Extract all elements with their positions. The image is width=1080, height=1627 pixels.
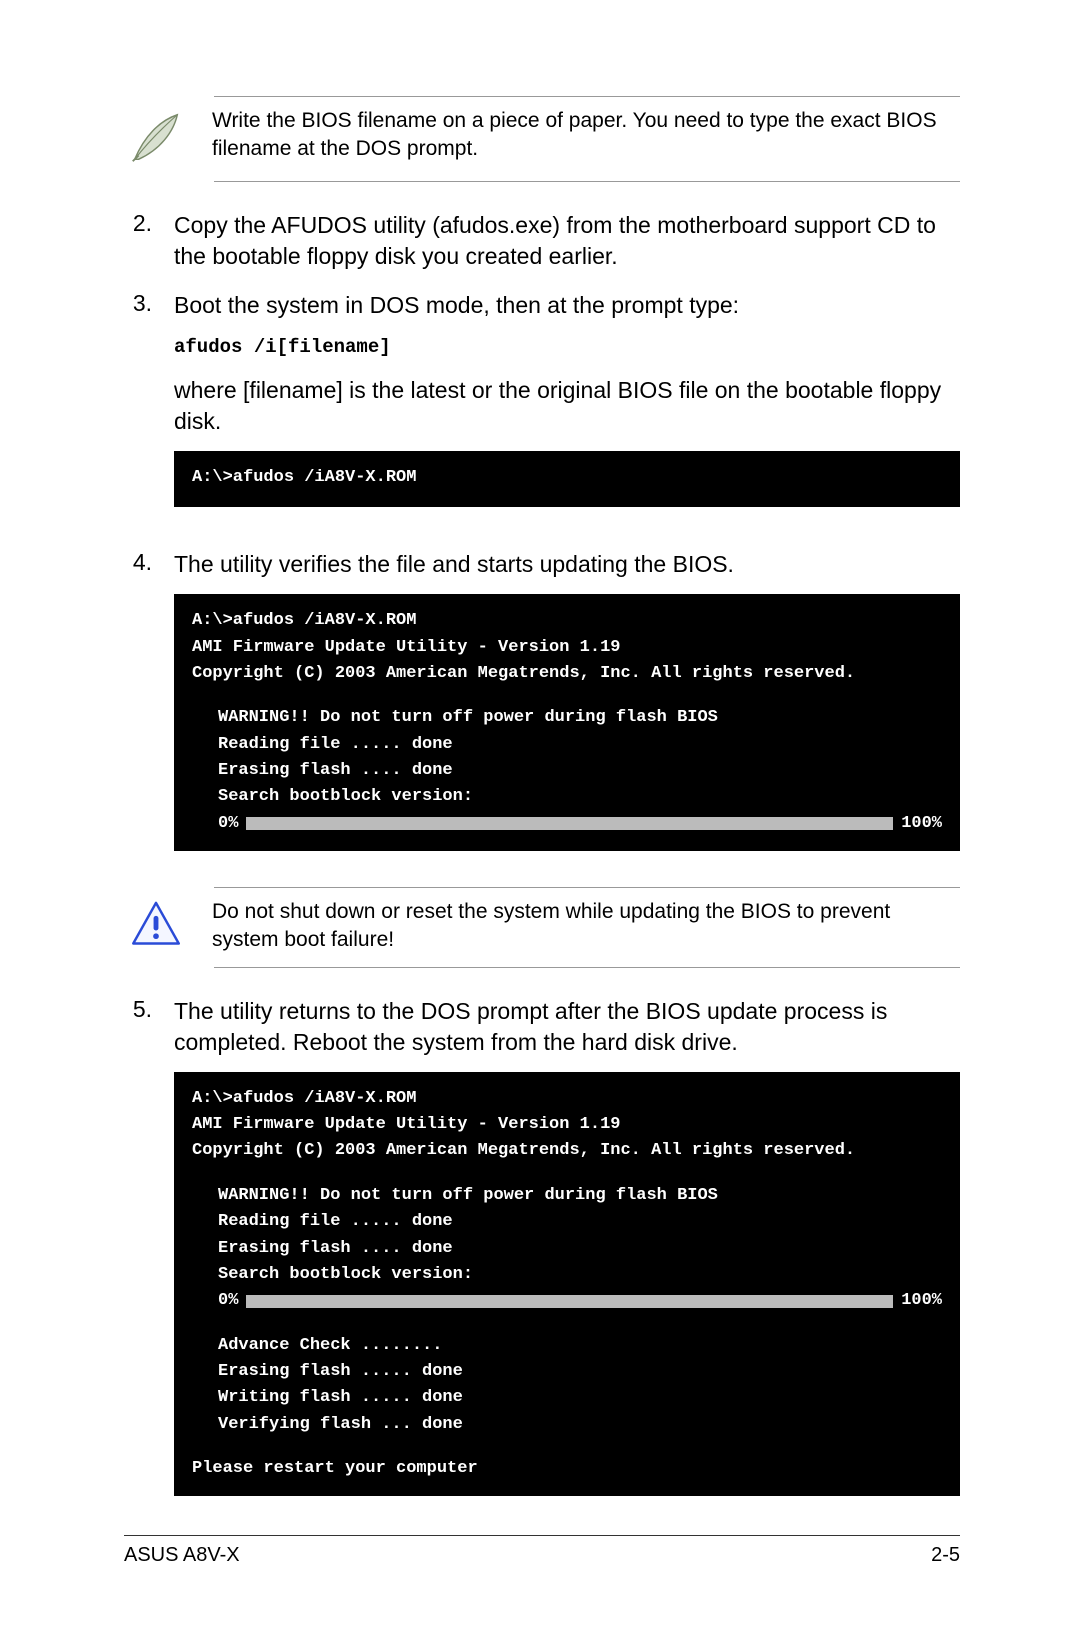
- step-3: 3. Boot the system in DOS mode, then at …: [124, 290, 960, 531]
- terminal-line: Writing flash ..... done: [192, 1385, 942, 1411]
- step-after-text: where [filename] is the latest or the or…: [174, 375, 960, 437]
- terminal-line: Reading file ..... done: [192, 1209, 942, 1235]
- progress-bar: [246, 817, 893, 830]
- step-body: Boot the system in DOS mode, then at the…: [174, 290, 960, 531]
- terminal-line: Search bootblock version:: [192, 784, 942, 810]
- step-text: Copy the AFUDOS utility (afudos.exe) fro…: [174, 210, 960, 272]
- footer-left: ASUS A8V-X: [124, 1544, 240, 1567]
- terminal-line: Erasing flash .... done: [192, 1236, 942, 1262]
- step-body: The utility returns to the DOS prompt af…: [174, 996, 960, 1521]
- step-body: The utility verifies the file and starts…: [174, 549, 960, 875]
- progress-end: 100%: [901, 1288, 942, 1314]
- page: Write the BIOS filename on a piece of pa…: [0, 0, 1080, 1627]
- feather-icon: [124, 107, 188, 169]
- step-4: 4. The utility verifies the file and sta…: [124, 549, 960, 875]
- terminal-line: AMI Firmware Update Utility - Version 1.…: [192, 635, 942, 661]
- terminal-block-2: A:\>afudos /iA8V-X.ROM AMI Firmware Upda…: [174, 594, 960, 851]
- command-text: afudos /i[filename]: [174, 335, 960, 361]
- terminal-line: Copyright (C) 2003 American Megatrends, …: [192, 661, 942, 687]
- terminal-block-1: A:\>afudos /iA8V-X.ROM: [174, 451, 960, 507]
- terminal-line: Verifying flash ... done: [192, 1412, 942, 1438]
- terminal-line: A:\>afudos /iA8V-X.ROM: [192, 465, 942, 491]
- terminal-line: Please restart your computer: [192, 1456, 942, 1482]
- progress-start: 0%: [218, 811, 238, 837]
- progress-bar: [246, 1295, 893, 1308]
- warning-icon: [124, 898, 188, 950]
- step-5: 5. The utility returns to the DOS prompt…: [124, 996, 960, 1521]
- note-callout: Write the BIOS filename on a piece of pa…: [214, 96, 960, 182]
- terminal-line: WARNING!! Do not turn off power during f…: [192, 705, 942, 731]
- step-text: Boot the system in DOS mode, then at the…: [174, 290, 960, 321]
- step-2: 2. Copy the AFUDOS utility (afudos.exe) …: [124, 210, 960, 272]
- terminal-line: A:\>afudos /iA8V-X.ROM: [192, 608, 942, 634]
- terminal-line: AMI Firmware Update Utility - Version 1.…: [192, 1112, 942, 1138]
- page-footer: ASUS A8V-X 2-5: [124, 1535, 960, 1567]
- terminal-line: Erasing flash ..... done: [192, 1359, 942, 1385]
- step-text: The utility verifies the file and starts…: [174, 549, 960, 580]
- terminal-line: Reading file ..... done: [192, 732, 942, 758]
- terminal-block-3: A:\>afudos /iA8V-X.ROM AMI Firmware Upda…: [174, 1072, 960, 1496]
- warning-text: Do not shut down or reset the system whi…: [212, 898, 960, 955]
- footer-right: 2-5: [931, 1544, 960, 1567]
- progress-row: 0% 100%: [192, 1288, 942, 1314]
- terminal-line: Advance Check ........: [192, 1333, 942, 1359]
- step-number: 5.: [124, 996, 152, 1521]
- terminal-line: A:\>afudos /iA8V-X.ROM: [192, 1086, 942, 1112]
- terminal-line: Copyright (C) 2003 American Megatrends, …: [192, 1138, 942, 1164]
- warning-callout: Do not shut down or reset the system whi…: [214, 887, 960, 968]
- step-number: 2.: [124, 210, 152, 272]
- terminal-line: WARNING!! Do not turn off power during f…: [192, 1183, 942, 1209]
- step-number: 3.: [124, 290, 152, 531]
- step-number: 4.: [124, 549, 152, 875]
- terminal-line: Erasing flash .... done: [192, 758, 942, 784]
- step-text: The utility returns to the DOS prompt af…: [174, 996, 960, 1058]
- progress-row: 0% 100%: [192, 811, 942, 837]
- note-text: Write the BIOS filename on a piece of pa…: [212, 107, 960, 164]
- progress-end: 100%: [901, 811, 942, 837]
- terminal-line: Search bootblock version:: [192, 1262, 942, 1288]
- progress-start: 0%: [218, 1288, 238, 1314]
